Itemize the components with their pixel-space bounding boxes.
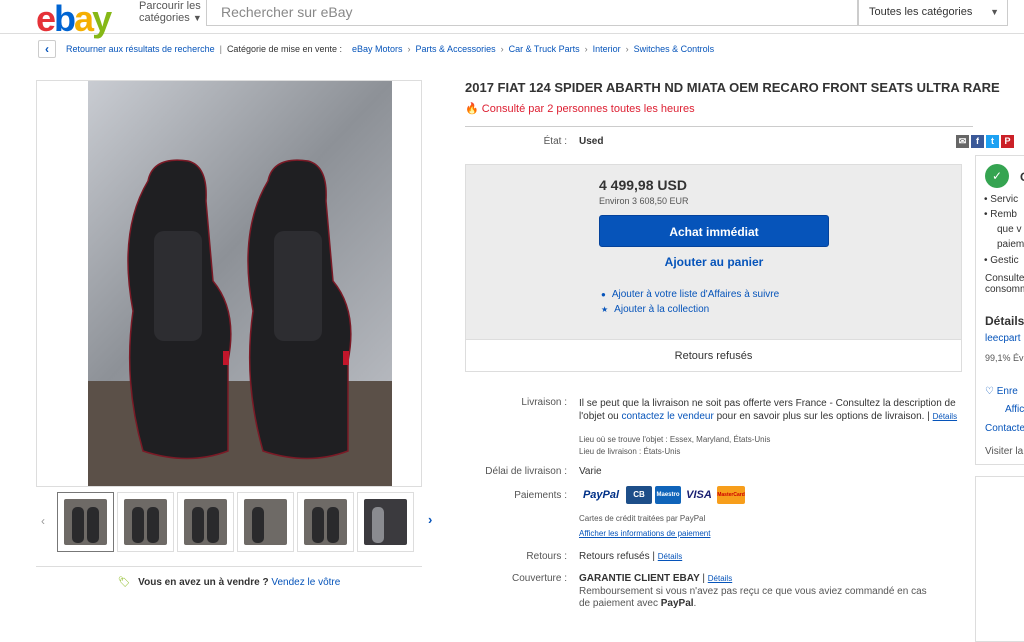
consult-note: consomm (985, 284, 1024, 295)
item-location: Lieu où se trouve l'objet : Essex, Maryl… (579, 435, 771, 444)
coverage-line2: de paiement avec PayPal. (579, 598, 697, 609)
buy-now-button[interactable]: Achat immédiat (599, 215, 829, 247)
condition-value: Used (579, 136, 604, 147)
save-seller-link[interactable]: ♡ Enre (985, 386, 1018, 397)
site-header: ebay Parcourir les catégories ▼ Recherch… (0, 0, 1024, 39)
shipping-text: Il se peut que la livraison ne soit pas … (579, 398, 958, 422)
returns-value: Retours refusés | Détails (579, 551, 683, 562)
save-seller-link[interactable]: Affic (1005, 404, 1024, 415)
coverage-details-link[interactable]: Détails (708, 574, 732, 583)
guarantee-bullet: • Gestic (984, 255, 1019, 266)
price: 4 499,98 USD (599, 177, 687, 193)
facebook-icon[interactable]: f (971, 135, 984, 148)
ebay-logo[interactable]: ebay (36, 0, 112, 40)
price-converted: Environ 3 608,50 EUR (599, 196, 689, 206)
share-icons: ✉ f t P (956, 135, 1014, 148)
delivery-label: Délai de livraison : (485, 466, 567, 477)
delivery-value: Varie (579, 466, 602, 477)
buy-box: 4 499,98 USD Environ 3 608,50 EUR Achat … (465, 164, 962, 372)
heart-icon: ♡ (985, 386, 994, 397)
listing-title: 2017 FIAT 124 SPIDER ABARTH ND MIATA OEM… (465, 80, 1000, 95)
caret-down-icon: ▼ (192, 13, 202, 23)
flame-icon: 🔥 (465, 103, 479, 115)
breadcrumb-item[interactable]: eBay Motors (352, 44, 403, 54)
browse-categories-button[interactable]: Parcourir les catégories ▼ (139, 0, 202, 24)
thumbnail-strip: ‹ › (36, 492, 444, 552)
guarantee-bullet: que v (997, 224, 1022, 235)
maestro-card-icon: Maestro (655, 486, 681, 504)
payment-logos: PayPal CB Maestro VISA MasterCard (579, 486, 745, 504)
contact-seller-link[interactable]: contactez le vendeur (622, 411, 714, 422)
thumbnail[interactable] (57, 492, 114, 552)
breadcrumb-item[interactable]: Switches & Controls (634, 44, 715, 54)
watch-count: 🔥 Consulté par 2 personnes toutes les he… (465, 103, 695, 115)
breadcrumb: ‹ Retourner aux résultats de recherche |… (38, 40, 714, 58)
thumbnail[interactable] (117, 492, 174, 552)
breadcrumb-item[interactable]: Car & Truck Parts (509, 44, 580, 54)
guarantee-title: G (1020, 170, 1024, 184)
thumbnail[interactable] (297, 492, 354, 552)
twitter-icon[interactable]: t (986, 135, 999, 148)
divider (465, 126, 973, 127)
returns-details-link[interactable]: Détails (658, 552, 682, 561)
payments-label: Paiements : (514, 490, 567, 501)
paypal-logo: PayPal (582, 489, 620, 501)
shipping-details-link[interactable]: Détails (933, 412, 957, 421)
thumbnail[interactable] (357, 492, 414, 552)
thumbnail[interactable] (177, 492, 234, 552)
sell-yours-row: 🏷 Vous en avez un à vendre ? Vendez le v… (36, 566, 422, 588)
eye-icon: ● (601, 290, 606, 299)
coverage-title: GARANTIE CLIENT EBAY | Détails (579, 573, 733, 584)
visa-card-icon: VISA (686, 489, 712, 501)
contact-seller-link[interactable]: Contacte (985, 423, 1024, 434)
ships-to: Lieu de livraison : États-Unis (579, 447, 681, 456)
breadcrumb-item[interactable]: Interior (593, 44, 621, 54)
cb-card-icon: CB (626, 486, 652, 504)
shipping-label: Livraison : (521, 397, 567, 408)
chevron-left-icon[interactable]: ‹ (41, 514, 45, 528)
thumbnail[interactable] (237, 492, 294, 552)
add-to-cart-button[interactable]: Ajouter au panier (599, 255, 829, 275)
guarantee-bullet: paiem (997, 239, 1024, 250)
add-to-collection-link[interactable]: ★ Ajouter à la collection (601, 304, 709, 315)
product-photo[interactable] (88, 81, 392, 486)
payment-info-link[interactable]: Afficher les informations de paiement (579, 529, 710, 538)
returns-summary: Retours refusés (466, 339, 961, 371)
category-label: Catégorie de mise en vente : (226, 44, 343, 54)
guarantee-bullet: • Remb (984, 209, 1017, 220)
chevron-down-icon: ▼ (990, 7, 999, 17)
back-to-results-link[interactable]: Retourner aux résultats de recherche (66, 44, 215, 54)
returns-label: Retours : (526, 551, 567, 562)
ad-panel (975, 476, 1024, 642)
credit-card-note: Cartes de crédit traitées par PayPal (579, 514, 706, 523)
coverage-line1: Remboursement si vous n'avez pas reçu ce… (579, 586, 927, 597)
seller-panel: ✓ G • Servic • Remb que v paiem • Gestic… (975, 155, 1024, 465)
search-input[interactable]: Rechercher sur eBay (206, 0, 858, 26)
sell-question: Vous en avez un à vendre ? (138, 577, 269, 588)
star-icon: ★ (601, 305, 609, 314)
condition-label: État : (543, 136, 567, 147)
seller-details-title: Détails (985, 314, 1024, 328)
main-image-panel[interactable] (36, 80, 422, 487)
guarantee-badge-icon: ✓ (985, 164, 1009, 188)
seller-feedback: 99,1% Év (985, 353, 1024, 363)
seller-name-link[interactable]: leecpart (985, 333, 1021, 344)
breadcrumb-item[interactable]: Parts & Accessories (416, 44, 496, 54)
back-arrow-icon[interactable]: ‹ (38, 40, 56, 58)
category-dropdown[interactable]: Toutes les catégories ▼ (858, 0, 1008, 26)
consult-note: Consultez (985, 273, 1024, 284)
sell-yours-link[interactable]: Vendez le vôtre (271, 577, 340, 588)
chevron-right-icon[interactable]: › (428, 512, 432, 527)
visit-store-link[interactable]: Visiter la (985, 446, 1023, 457)
email-icon[interactable]: ✉ (956, 135, 969, 148)
price-tag-icon: 🏷 (117, 577, 131, 588)
coverage-label: Couverture : (511, 573, 567, 584)
pinterest-icon[interactable]: P (1001, 135, 1014, 148)
guarantee-bullet: • Servic (984, 194, 1019, 205)
add-to-watchlist-link[interactable]: ● Ajouter à votre liste d'Affaires à suiv… (601, 289, 779, 300)
mastercard-icon: MasterCard (717, 486, 745, 504)
